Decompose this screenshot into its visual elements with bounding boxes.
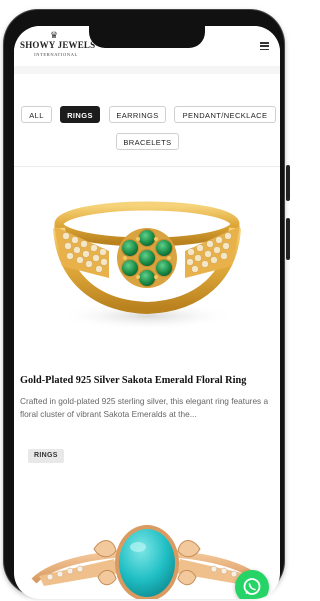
phone-notch — [89, 26, 205, 48]
whatsapp-icon — [243, 578, 261, 595]
side-button-upper — [286, 165, 290, 201]
filter-all[interactable]: ALL — [21, 106, 52, 123]
phone-screen: ♛ SHOWY JEWELS INTERNATIONAL ALL RINGS E… — [14, 26, 280, 599]
logo-name: SHOWY JEWELS — [20, 40, 96, 50]
product-description: Crafted in gold-plated 925 sterling silv… — [20, 396, 269, 419]
product-image-emerald-ring[interactable] — [14, 166, 280, 372]
brand-logo[interactable]: ♛ SHOWY JEWELS INTERNATIONAL — [20, 30, 96, 62]
filter-rings[interactable]: RINGS — [60, 106, 100, 123]
product-title[interactable]: Gold-Plated 925 Silver Sakota Emerald Fl… — [20, 375, 280, 386]
whatsapp-chat-button[interactable] — [235, 570, 269, 599]
phone-frame: ♛ SHOWY JEWELS INTERNATIONAL ALL RINGS E… — [4, 10, 290, 599]
filter-pendant-necklace[interactable]: PENDANT/NECKLACE — [174, 106, 276, 123]
product-category-tag: RINGS — [28, 449, 64, 463]
filter-earrings[interactable]: EARRINGS — [109, 106, 166, 123]
side-button-lower — [286, 218, 290, 260]
hamburger-icon[interactable] — [260, 42, 269, 51]
logo-subtitle: INTERNATIONAL — [34, 52, 78, 57]
header-divider — [14, 66, 280, 74]
category-filter-bar: ALL RINGS EARRINGS PENDANT/NECKLACE BRAC… — [14, 74, 280, 167]
filter-bracelets[interactable]: BRACELETS — [116, 133, 179, 150]
